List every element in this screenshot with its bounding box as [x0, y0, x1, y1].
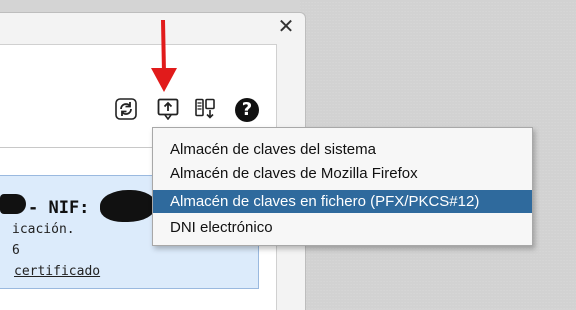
annotation-arrow-icon: [151, 19, 177, 92]
